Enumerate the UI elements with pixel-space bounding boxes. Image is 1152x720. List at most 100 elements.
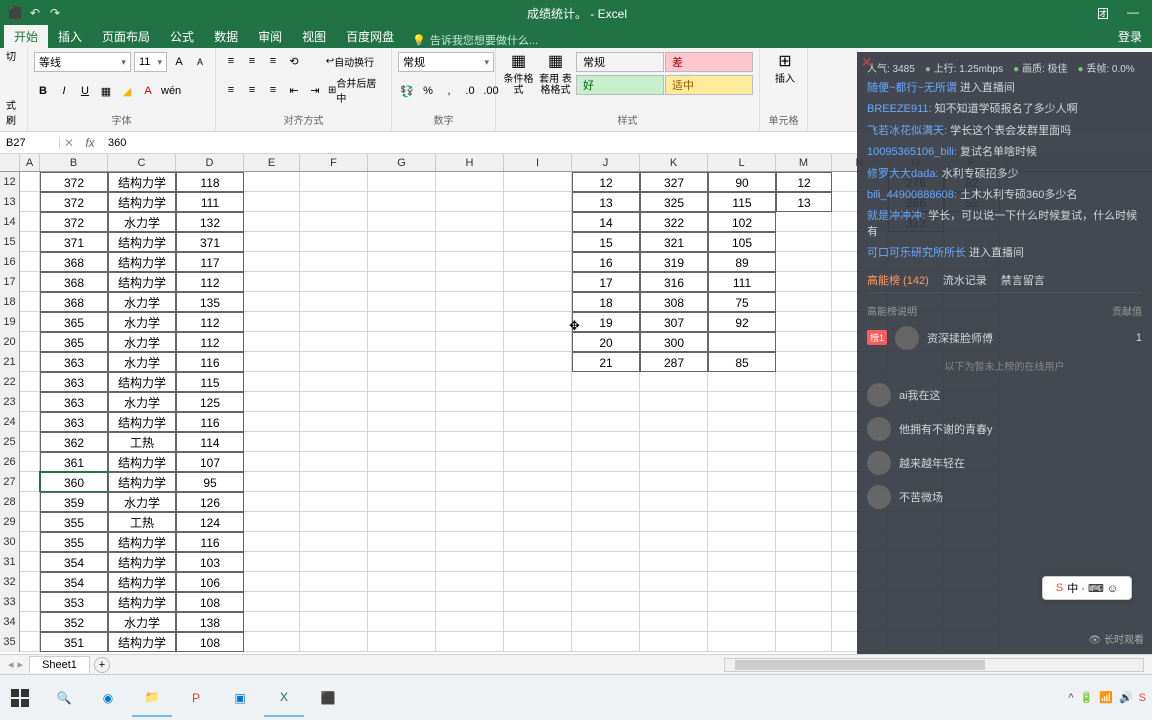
cell[interactable]: 结构力学: [108, 412, 176, 432]
cell[interactable]: [504, 332, 572, 352]
cell[interactable]: 368: [40, 292, 108, 312]
cell[interactable]: [776, 632, 832, 652]
qat-save-icon[interactable]: ⬛: [8, 6, 22, 20]
cell[interactable]: [300, 432, 368, 452]
cell[interactable]: [436, 512, 504, 532]
font-color-button[interactable]: A: [139, 82, 157, 100]
cell[interactable]: [572, 432, 640, 452]
cell[interactable]: [300, 252, 368, 272]
cell[interactable]: [572, 512, 640, 532]
row-header[interactable]: 20: [0, 332, 20, 352]
cell[interactable]: [244, 432, 300, 452]
cell[interactable]: [368, 392, 436, 412]
cell[interactable]: 368: [40, 252, 108, 272]
cell[interactable]: 14: [572, 212, 640, 232]
row-header[interactable]: 21: [0, 352, 20, 372]
tab-formula[interactable]: 公式: [160, 25, 204, 48]
cell[interactable]: [20, 432, 40, 452]
cell[interactable]: [776, 272, 832, 292]
cell[interactable]: 307: [640, 312, 708, 332]
cell[interactable]: [504, 432, 572, 452]
cell[interactable]: 结构力学: [108, 372, 176, 392]
obs-icon[interactable]: ⬛: [308, 679, 348, 717]
col-header[interactable]: F: [300, 154, 368, 171]
sheet-nav-prev-icon[interactable]: ◂: [8, 658, 14, 671]
align-center-icon[interactable]: ≡: [243, 81, 261, 99]
cell[interactable]: [776, 292, 832, 312]
cell[interactable]: 16: [572, 252, 640, 272]
qat-redo-icon[interactable]: ↷: [48, 6, 62, 20]
cell[interactable]: [708, 532, 776, 552]
cell[interactable]: [244, 272, 300, 292]
align-right-icon[interactable]: ≡: [264, 81, 282, 99]
cell[interactable]: [572, 552, 640, 572]
col-header[interactable]: A: [20, 154, 40, 171]
cell[interactable]: [776, 252, 832, 272]
cell[interactable]: 水力学: [108, 492, 176, 512]
tray-ime-icon[interactable]: S: [1139, 692, 1146, 704]
col-header[interactable]: J: [572, 154, 640, 171]
cell[interactable]: 371: [176, 232, 244, 252]
cell[interactable]: [572, 472, 640, 492]
cell[interactable]: [300, 212, 368, 232]
cell[interactable]: [504, 252, 572, 272]
cell[interactable]: 111: [708, 272, 776, 292]
cell[interactable]: 327: [640, 172, 708, 192]
cell[interactable]: 372: [40, 172, 108, 192]
cell[interactable]: [640, 412, 708, 432]
cell[interactable]: [244, 532, 300, 552]
cell[interactable]: [640, 592, 708, 612]
cell[interactable]: [504, 192, 572, 212]
cell[interactable]: [300, 232, 368, 252]
cell[interactable]: [708, 452, 776, 472]
cell[interactable]: [300, 332, 368, 352]
cell[interactable]: [776, 412, 832, 432]
row-header[interactable]: 22: [0, 372, 20, 392]
cell[interactable]: [300, 572, 368, 592]
col-header[interactable]: G: [368, 154, 436, 171]
cell[interactable]: [776, 352, 832, 372]
align-top-icon[interactable]: ≡: [222, 52, 240, 70]
indent-inc-icon[interactable]: ⇥: [306, 81, 324, 99]
cell[interactable]: [776, 312, 832, 332]
cell[interactable]: [572, 572, 640, 592]
cell[interactable]: 85: [708, 352, 776, 372]
cell[interactable]: 水力学: [108, 292, 176, 312]
col-header[interactable]: E: [244, 154, 300, 171]
cell[interactable]: [368, 512, 436, 532]
cell[interactable]: [20, 412, 40, 432]
col-header[interactable]: [0, 154, 20, 171]
minimize-icon[interactable]: —: [1126, 5, 1140, 22]
cell[interactable]: [368, 492, 436, 512]
cell[interactable]: [708, 332, 776, 352]
cell[interactable]: 363: [40, 352, 108, 372]
start-button[interactable]: [0, 679, 40, 717]
cell[interactable]: [368, 352, 436, 372]
cell[interactable]: 工热: [108, 432, 176, 452]
cell[interactable]: [368, 472, 436, 492]
cell[interactable]: 322: [640, 212, 708, 232]
cell[interactable]: [436, 192, 504, 212]
cell[interactable]: [436, 372, 504, 392]
cell[interactable]: [640, 492, 708, 512]
row-header[interactable]: 30: [0, 532, 20, 552]
cell[interactable]: [436, 332, 504, 352]
style-neutral[interactable]: 适中: [665, 75, 753, 95]
col-header[interactable]: D: [176, 154, 244, 171]
sheet-nav-next-icon[interactable]: ▸: [18, 658, 24, 671]
col-header[interactable]: I: [504, 154, 572, 171]
cell[interactable]: 368: [40, 272, 108, 292]
font-size-combo[interactable]: 11▾: [134, 52, 167, 72]
font-shrink-icon[interactable]: A: [191, 53, 209, 71]
cell[interactable]: 结构力学: [108, 532, 176, 552]
table-format-button[interactable]: ▦套用 表格格式: [539, 52, 572, 96]
cell[interactable]: 92: [708, 312, 776, 332]
cell[interactable]: 360: [40, 472, 108, 492]
cell[interactable]: 361: [40, 452, 108, 472]
cell[interactable]: [300, 612, 368, 632]
cell[interactable]: [20, 552, 40, 572]
row-header[interactable]: 28: [0, 492, 20, 512]
cell[interactable]: [436, 212, 504, 232]
cell[interactable]: [300, 372, 368, 392]
cell[interactable]: [20, 352, 40, 372]
